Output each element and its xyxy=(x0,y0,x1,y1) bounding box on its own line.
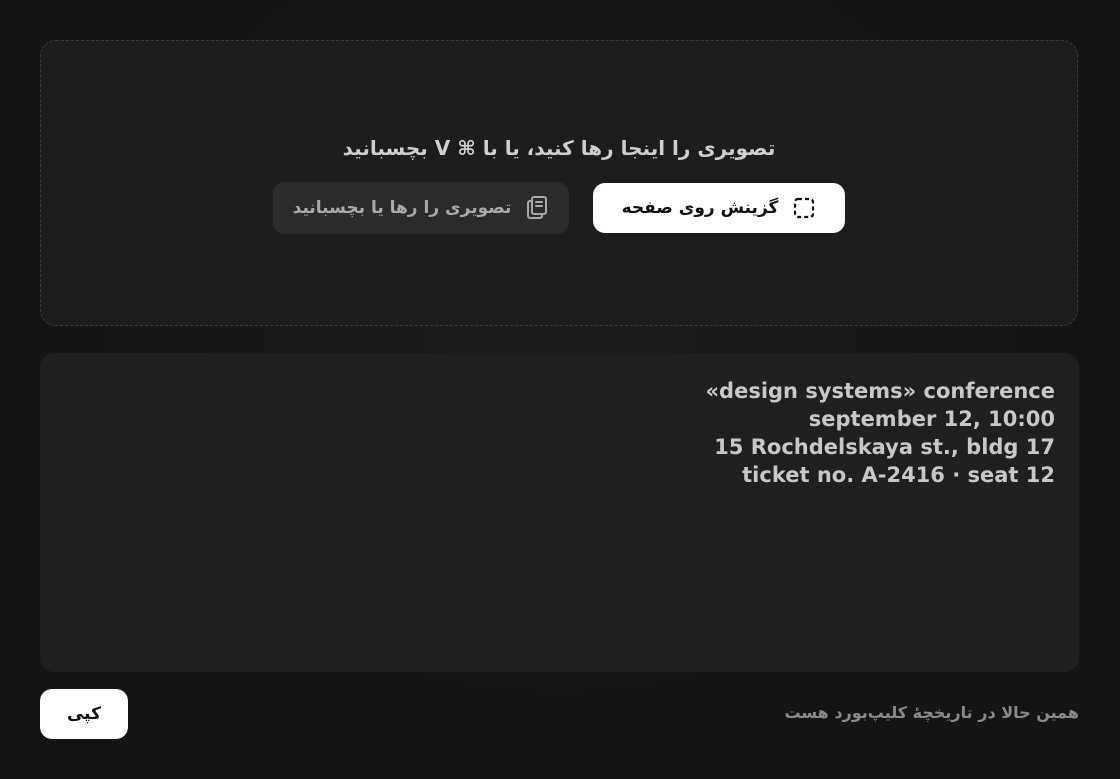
result-line: september 12, 10:00 xyxy=(808,407,1055,431)
image-dropzone[interactable]: تصویری را اینجا رها کنید، یا با ⌘ V بچسب… xyxy=(40,40,1078,326)
recognized-text: «design systems» conference september 12… xyxy=(705,377,1055,489)
paste-image-button[interactable]: تصویری را رها یا بچسبانید xyxy=(273,182,569,234)
clipboard-icon xyxy=(525,196,549,220)
dropzone-hint: تصویری را اینجا رها کنید، یا با ⌘ V بچسب… xyxy=(342,136,776,160)
result-line: ticket no. A-2416 · seat 12 xyxy=(742,463,1055,487)
selection-icon xyxy=(792,196,816,220)
pick-on-screen-button-label: گزینش روی صفحه xyxy=(621,198,779,218)
recognized-text-panel[interactable]: «design systems» conference september 12… xyxy=(40,353,1079,672)
dropzone-actions: تصویری را رها یا بچسبانید گزینش روی صفحه xyxy=(41,182,1077,234)
result-line: «design systems» conference xyxy=(705,379,1055,403)
clipboard-status: همین حالا در تاریخچهٔ کلیپ‌بورد هست xyxy=(784,703,1079,722)
pick-on-screen-button[interactable]: گزینش روی صفحه xyxy=(593,183,845,233)
copy-button[interactable]: کپی xyxy=(40,689,128,739)
paste-image-button-label: تصویری را رها یا بچسبانید xyxy=(292,198,512,218)
app-window: تصویری را اینجا رها کنید، یا با ⌘ V بچسب… xyxy=(0,0,1120,779)
result-line: 15 Rochdelskaya st., bldg 17 xyxy=(714,435,1055,459)
